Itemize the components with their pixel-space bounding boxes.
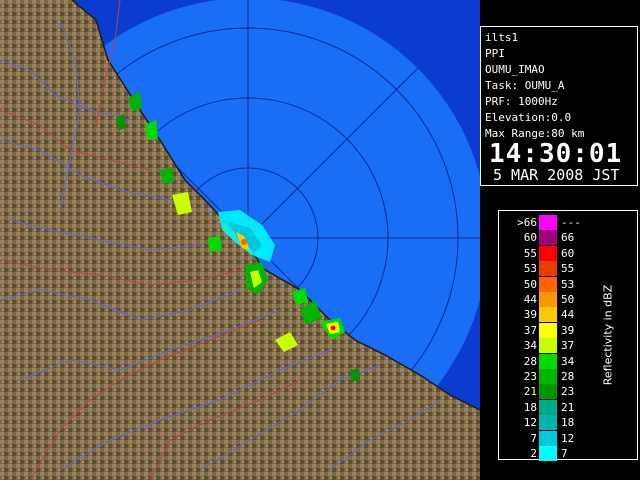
station-name: ilts1 [485,31,519,44]
legend-row: >66 --- [499,215,637,231]
legend-low-value: 7 [530,431,537,445]
legend-color-swatch [539,399,557,415]
legend-color-swatch [539,369,557,384]
legend-color-swatch [539,276,557,292]
legend-high-value: 60 [561,246,575,260]
legend-high-value: 66 [561,231,575,245]
legend-high-value: 28 [561,370,575,383]
legend-high-value: 34 [561,354,575,368]
legend-low-value: 28 [523,354,537,368]
legend-row: 21 23 [499,384,637,400]
legend-row: 23 28 [499,369,637,385]
legend-color-swatch [539,446,557,461]
product-type: PPI [485,47,505,60]
legend-color-swatch [539,353,557,369]
legend-row: 50 53 [499,276,637,293]
legend-color-swatch [539,230,557,246]
elevation-value: Elevation:0.0 [485,111,572,124]
legend-low-value: 44 [523,293,537,306]
legend-color-swatch [539,292,557,307]
legend-high-value: 39 [561,323,575,337]
legend-color-swatch [539,261,557,277]
legend-color-swatch [539,307,557,323]
legend-high-value: 18 [561,416,575,430]
legend-low-value: 39 [523,308,537,322]
legend-high-value: 44 [561,308,575,322]
observation-time: 14:30:01 [489,139,623,169]
legend-high-value: 53 [561,277,575,291]
legend-high-value: 55 [561,262,575,276]
legend-high-value: 7 [561,447,568,460]
legend-color-swatch [539,384,557,400]
legend-low-value: 2 [530,447,537,460]
legend-high-value: 37 [561,339,575,353]
legend-high-value: 12 [561,431,575,445]
legend-low-value: 55 [523,246,537,260]
legend-row: 55 60 [499,245,637,262]
reflectivity-legend: >66 --- 60 66 55 60 53 55 50 53 44 50 39 44 37 39 34 37 28… [498,210,638,462]
legend-low-value: 34 [523,339,537,353]
legend-row: 7 12 [499,430,637,447]
legend-low-value: 60 [523,231,537,245]
legend-low-value: 50 [523,277,537,291]
legend-row: 44 50 [499,292,637,308]
legend-high-value: 21 [561,400,575,414]
legend-low-value: 12 [523,416,537,430]
legend-row: 34 37 [499,338,637,354]
observation-date: 5 MAR 2008 JST [493,166,620,184]
legend-low-value: 23 [523,370,537,383]
task-name: Task: OUMU_A [485,79,565,92]
legend-low-value: 18 [523,400,537,414]
site-name: OUMU_IMAO [485,63,545,76]
legend-row: 28 34 [499,353,637,370]
legend-high-value: 50 [561,293,575,306]
radar-ppi-map [0,0,480,480]
prf-value: PRF: 1000Hz [485,95,558,108]
legend-row: 12 18 [499,415,637,431]
legend-high-value: --- [561,216,581,229]
legend-low-value: 21 [523,385,537,399]
radar-info-box: ilts1 PPI OUMU_IMAO Task: OUMU_A PRF: 10… [480,26,638,186]
legend-row: 18 21 [499,399,637,416]
legend-low-value: 37 [523,323,537,337]
legend-color-swatch [539,322,557,338]
legend-row: 60 66 [499,230,637,246]
legend-color-swatch [539,430,557,446]
legend-unit-label: Reflectivity in dBZ [601,284,615,386]
legend-color-swatch [539,338,557,354]
legend-low-value: 53 [523,262,537,276]
legend-row: 37 39 [499,322,637,339]
legend-color-swatch [539,215,557,230]
legend-low-value: >66 [517,216,537,229]
legend-high-value: 23 [561,385,575,399]
legend-row: 39 44 [499,307,637,323]
legend-row: 53 55 [499,261,637,277]
legend-color-swatch [539,245,557,261]
legend-row: 27 [499,446,637,462]
legend-color-swatch [539,415,557,431]
